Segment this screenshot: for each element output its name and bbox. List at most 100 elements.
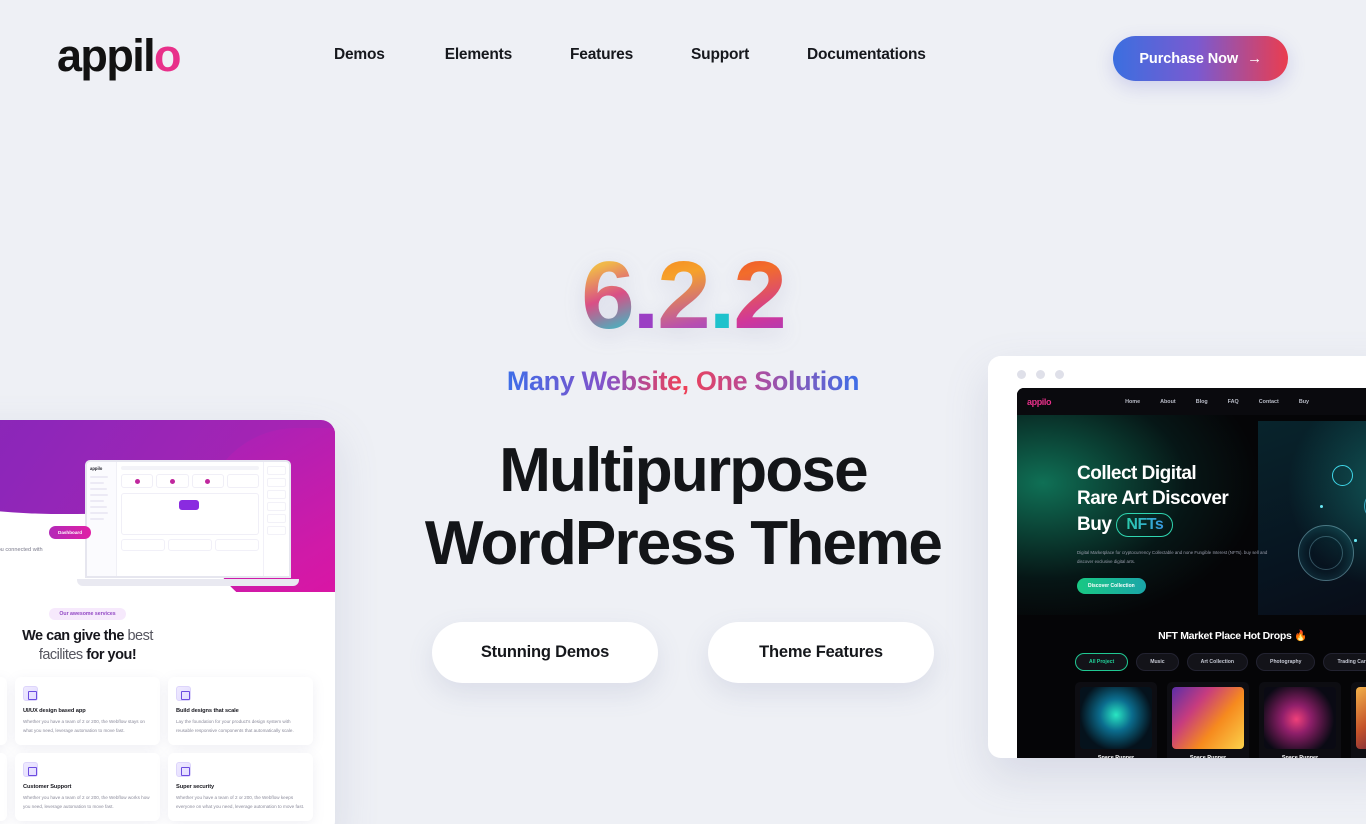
feature-card[interactable]: UI/UX design based app Whether you have … xyxy=(15,677,160,746)
filter-trading-card[interactable]: Trading Card xyxy=(1323,653,1366,671)
version-dot: . xyxy=(708,242,736,349)
fire-icon: 🔥 xyxy=(1294,630,1307,642)
theme-features-button[interactable]: Theme Features xyxy=(708,622,934,684)
version-dot: . xyxy=(632,242,660,349)
feature-card[interactable]: Foster docs, Faster deals Get your docum… xyxy=(0,677,7,746)
page-title: Multipurpose WordPress Theme xyxy=(425,435,943,580)
filter-photography[interactable]: Photography xyxy=(1256,653,1316,671)
version-major: 6 xyxy=(581,242,634,349)
sidebar-row xyxy=(90,494,109,496)
nft-artwork-thumbnail xyxy=(1356,687,1366,749)
stat-card xyxy=(156,474,189,488)
nft-card[interactable]: Space Runner @ Space Runner xyxy=(1167,682,1249,758)
feature-card-title: UI/UX design based app xyxy=(23,708,86,715)
nft-nav-link[interactable]: About xyxy=(1160,399,1176,405)
feature-card[interactable]: Super security Whether you have a team o… xyxy=(168,753,313,822)
laptop-screen: appilo xyxy=(85,460,291,578)
dashboard-main xyxy=(117,462,263,576)
feature-card-desc: Whether you have a team of 2 or 200, the… xyxy=(23,719,145,733)
feature-card[interactable]: Customer Support Whether you have a team… xyxy=(15,753,160,822)
sidebar-row xyxy=(90,506,107,508)
filter-music[interactable]: Music xyxy=(1136,653,1179,671)
stat-card xyxy=(226,474,259,488)
nft-artwork-thumbnail xyxy=(1264,687,1336,749)
features-heading-b: for you! xyxy=(86,646,137,663)
nft-headline: Collect Digital Rare Art Discover xyxy=(1077,461,1277,511)
chart-tooltip xyxy=(179,500,200,510)
dashboard-logo: appilo xyxy=(90,466,103,471)
nft-card-title: Space Runner xyxy=(1281,755,1319,758)
nft-nav-link[interactable]: Contact xyxy=(1259,399,1279,405)
arrow-right-icon: → xyxy=(1247,50,1262,67)
saas-description: Even in the most yet at join times, keep… xyxy=(0,546,43,553)
badge-ring-icon xyxy=(1298,525,1354,581)
features-badge: Our awesome services xyxy=(49,608,126,620)
version-number: 6 . 2 . 2 xyxy=(581,242,787,349)
dashboard-chart xyxy=(121,493,259,535)
purchase-now-button[interactable]: Purchase Now → xyxy=(1113,36,1288,81)
lock-icon xyxy=(176,762,191,778)
purchase-now-label: Purchase Now xyxy=(1139,50,1239,67)
support-icon xyxy=(23,762,38,778)
nft-hero-description: Digital Marketplace for cryptocurrency C… xyxy=(1077,550,1268,565)
site-logo[interactable]: appilo xyxy=(57,30,181,81)
nft-hero-text: Collect Digital Rare Art Discover Buy NF… xyxy=(1077,461,1277,594)
nft-nav-link[interactable]: FAQ xyxy=(1228,399,1239,405)
nft-card[interactable]: Space Runner @ Space Runner xyxy=(1075,682,1157,758)
sidebar-row xyxy=(90,488,107,490)
nft-headline-line1: Collect Digital xyxy=(1077,463,1197,484)
hero-cta-row: Stunning Demos Theme Features xyxy=(432,622,934,684)
sparkle-icon xyxy=(1354,539,1357,542)
dashboard-right-panel xyxy=(263,462,289,576)
orb-icon xyxy=(1332,465,1353,486)
browser-dot-minimize-icon xyxy=(1036,369,1045,379)
feature-card[interactable]: Customise your workflow Choose from hund… xyxy=(0,753,7,822)
nav-item-elements[interactable]: Elements xyxy=(445,46,513,64)
stat-dot-icon xyxy=(134,478,140,484)
nav-item-features[interactable]: Features xyxy=(570,46,633,64)
features-grid: Foster docs, Faster deals Get your docum… xyxy=(0,677,313,822)
nft-site-logo[interactable]: appilo xyxy=(1027,396,1052,407)
nft-nav-link[interactable]: Home xyxy=(1125,399,1140,405)
feature-card[interactable]: Build designs that scale Lay the foundat… xyxy=(168,677,313,746)
feature-card-desc: Whether you have a team of 2 or 200, the… xyxy=(23,795,150,809)
discover-collection-button[interactable]: Discover Collection xyxy=(1077,577,1146,594)
saas-demo-hero: Creative SAAS website Best website for S… xyxy=(0,420,335,592)
saas-cta-row: ◉Try it free ▣Get a demo xyxy=(0,577,50,592)
nav-item-demos[interactable]: Demos xyxy=(334,46,385,64)
logo-text: appil xyxy=(57,30,156,81)
dashboard-floating-tag: Dashboard xyxy=(49,526,91,539)
nav-item-support[interactable]: Support xyxy=(691,46,749,64)
main-navigation: Demos Elements Features Support Document… xyxy=(334,46,926,64)
scale-icon xyxy=(176,686,191,702)
filter-all-project[interactable]: All Project xyxy=(1075,653,1129,671)
version-patch: 2 xyxy=(733,242,786,349)
panel-row xyxy=(267,466,286,475)
landing-page: appilo Demos Elements Features Support D… xyxy=(0,0,1366,824)
nft-nav-link[interactable]: Blog xyxy=(1196,399,1208,405)
filter-art-collection[interactable]: Art Collection xyxy=(1186,653,1249,671)
nft-buy-row: Buy NFTs xyxy=(1077,512,1277,537)
panel-row xyxy=(267,478,286,487)
stat-card xyxy=(191,474,224,488)
feature-card-title: Super security xyxy=(176,784,215,791)
stunning-demos-button[interactable]: Stunning Demos xyxy=(432,622,658,684)
nft-card-list: Space Runner @ Space Runner Space Runner… xyxy=(1017,682,1366,758)
table-row xyxy=(168,539,212,551)
nft-headline-line2: Rare Art Discover xyxy=(1077,488,1229,510)
nft-card[interactable]: Space Runner @ Space Runner xyxy=(1351,682,1366,758)
nft-logo-text: appil xyxy=(1027,396,1047,407)
nft-nav-link[interactable]: Buy xyxy=(1299,399,1309,405)
nav-item-documentations[interactable]: Documentations xyxy=(807,46,926,64)
right-demo-preview-card[interactable]: appilo Home About Blog FAQ Contact Buy C… xyxy=(988,356,1366,758)
sparkle-icon xyxy=(1320,505,1323,508)
browser-chrome xyxy=(988,356,1366,392)
feature-card-desc: Whether you have a team of 2 or 200, the… xyxy=(176,795,305,809)
laptop-base xyxy=(77,579,299,586)
table-row xyxy=(215,539,259,551)
sidebar-row xyxy=(90,512,109,514)
feature-card-title: Build designs that scale xyxy=(176,708,239,715)
left-demo-preview-card[interactable]: Creative SAAS website Best website for S… xyxy=(0,420,335,824)
nft-card[interactable]: Space Runner @ Space Runner xyxy=(1259,682,1341,758)
nft-card-title: Space Runner xyxy=(1189,755,1227,758)
